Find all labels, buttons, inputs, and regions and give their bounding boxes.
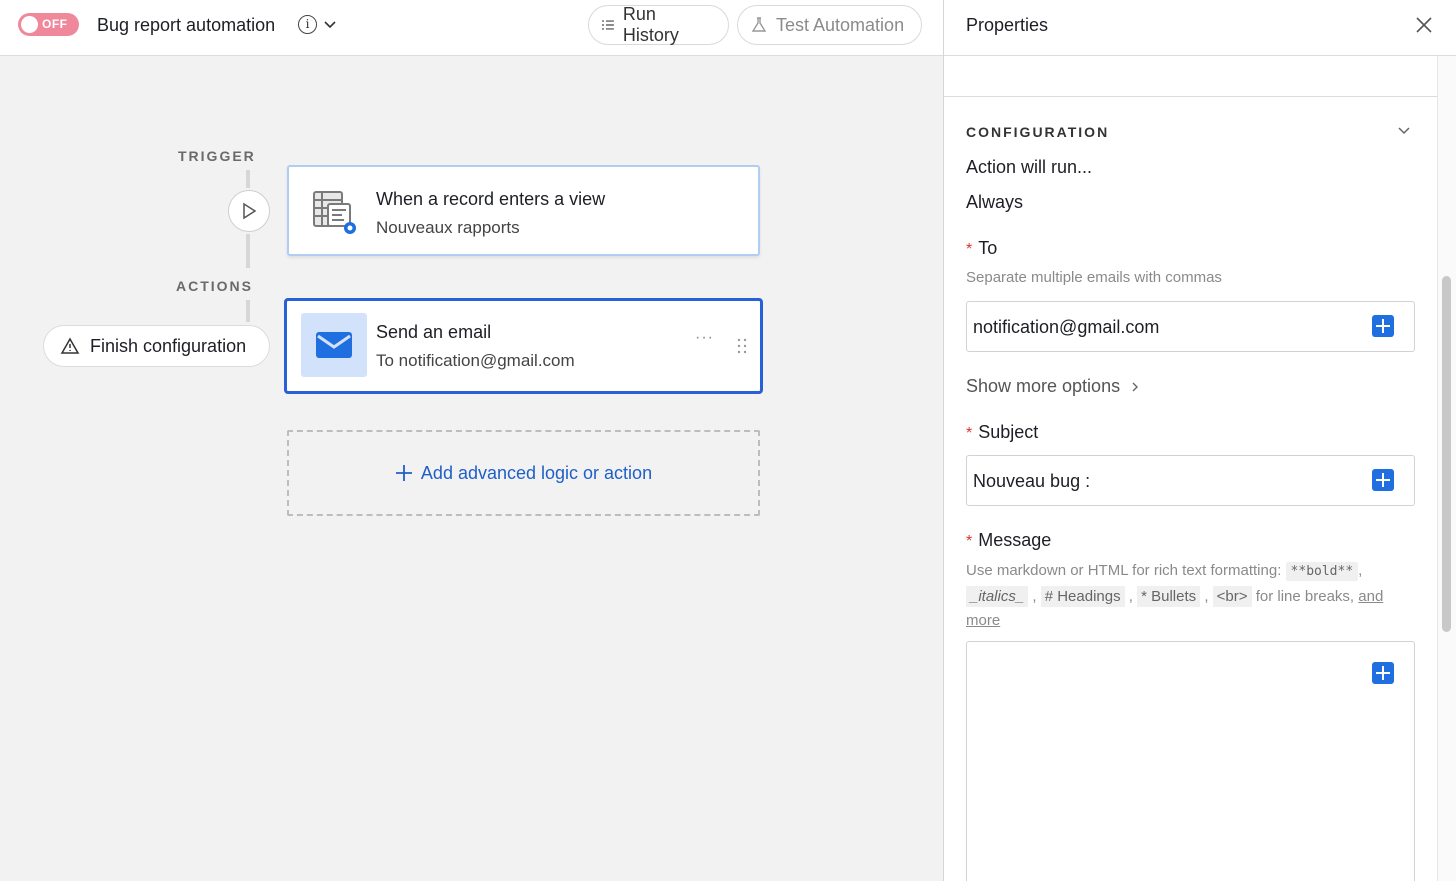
envelope-icon: [316, 332, 352, 358]
flow-connector: [246, 234, 250, 268]
chevron-down-icon[interactable]: [1396, 122, 1412, 138]
properties-panel: Properties CONFIGURATION Action will run…: [943, 0, 1456, 881]
required-marker: *: [966, 241, 973, 258]
view-record-icon: [313, 191, 356, 234]
toggle-label: OFF: [42, 17, 68, 31]
code-bold: **bold**: [1285, 562, 1359, 581]
subject-field[interactable]: Nouveau bug :: [966, 455, 1415, 506]
scrollbar[interactable]: [1437, 56, 1456, 881]
subject-label: Subject: [978, 422, 1039, 442]
chevron-right-icon: [1132, 382, 1139, 391]
action-card-send-email[interactable]: Send an email To notification@gmail.com …: [284, 298, 763, 394]
properties-title: Properties: [966, 15, 1049, 35]
play-icon: [243, 202, 257, 220]
chevron-down-icon[interactable]: [322, 16, 338, 32]
subject-label-row: * Subject: [966, 422, 1038, 443]
action-title: Send an email: [376, 322, 492, 342]
message-label-row: * Message: [966, 530, 1051, 551]
properties-header: Properties: [944, 0, 1456, 56]
run-history-label: Run History: [622, 4, 679, 45]
more-options-icon[interactable]: ···: [695, 329, 714, 347]
message-field[interactable]: [966, 641, 1415, 881]
insert-field-icon[interactable]: [1372, 662, 1394, 684]
flow-connector: [246, 170, 250, 188]
test-automation-button[interactable]: Test Automation: [737, 5, 922, 45]
divider: [944, 96, 1437, 97]
email-icon-tile: [301, 313, 367, 377]
to-label-row: * To: [966, 238, 997, 259]
list-icon: [601, 20, 614, 30]
to-hint: Separate multiple emails with commas: [966, 269, 1222, 286]
trigger-subtitle: Nouveaux rapports: [376, 218, 520, 237]
warning-icon: [60, 337, 80, 354]
code-headings: # Headings: [1040, 585, 1125, 607]
to-label: To: [978, 238, 998, 258]
code-italics: _italics_: [966, 585, 1029, 607]
action-subtitle: To notification@gmail.com: [376, 351, 575, 370]
code-bullets: * Bullets: [1137, 585, 1201, 607]
show-more-options-link[interactable]: Show more options: [966, 376, 1140, 397]
subject-value: Nouveau bug :: [973, 471, 1091, 491]
automation-title[interactable]: Bug report automation: [97, 15, 275, 36]
close-icon[interactable]: [1415, 16, 1433, 34]
test-automation-label: Test Automation: [776, 14, 905, 35]
trigger-card[interactable]: When a record enters a view Nouveaux rap…: [287, 165, 760, 256]
add-logic-label: Add advanced logic or action: [420, 462, 653, 483]
action-runs-label: Action will run...: [966, 157, 1093, 177]
insert-field-icon[interactable]: [1372, 315, 1394, 337]
for-line-breaks-text: for line breaks,: [1255, 587, 1355, 605]
top-bar: OFF Bug report automation i Run History …: [0, 0, 943, 56]
actions-section-label: ACTIONS: [176, 278, 253, 294]
flask-icon: [751, 17, 767, 32]
run-trigger-button[interactable]: [228, 190, 270, 232]
message-label: Message: [978, 530, 1052, 550]
to-field[interactable]: notification@gmail.com: [966, 301, 1415, 352]
drag-handle-icon[interactable]: [736, 337, 748, 355]
insert-field-icon[interactable]: [1372, 469, 1394, 491]
to-value: notification@gmail.com: [973, 317, 1160, 337]
toggle-knob: [21, 16, 38, 33]
trigger-title: When a record enters a view: [376, 189, 606, 209]
finish-configuration-button[interactable]: Finish configuration: [43, 325, 270, 367]
required-marker: *: [966, 425, 973, 442]
automation-toggle[interactable]: OFF: [18, 13, 79, 36]
trigger-section-label: TRIGGER: [178, 148, 256, 164]
run-history-button[interactable]: Run History: [588, 4, 729, 45]
scrollbar-thumb[interactable]: [1442, 276, 1451, 632]
finish-configuration-label: Finish configuration: [90, 335, 247, 356]
add-logic-or-action-button[interactable]: Add advanced logic or action: [287, 430, 760, 516]
plus-icon: [395, 465, 412, 481]
show-more-label: Show more options: [966, 376, 1121, 396]
required-marker: *: [966, 533, 973, 550]
configuration-heading: CONFIGURATION: [966, 124, 1110, 140]
action-runs-value[interactable]: Always: [966, 192, 1023, 213]
message-hint: Use markdown or HTML for rich text forma…: [966, 562, 1384, 629]
flow-connector: [246, 300, 250, 322]
code-br: <br>: [1212, 585, 1252, 607]
info-icon[interactable]: i: [298, 15, 317, 34]
hint-prefix: Use markdown or HTML for rich text forma…: [966, 562, 1282, 579]
